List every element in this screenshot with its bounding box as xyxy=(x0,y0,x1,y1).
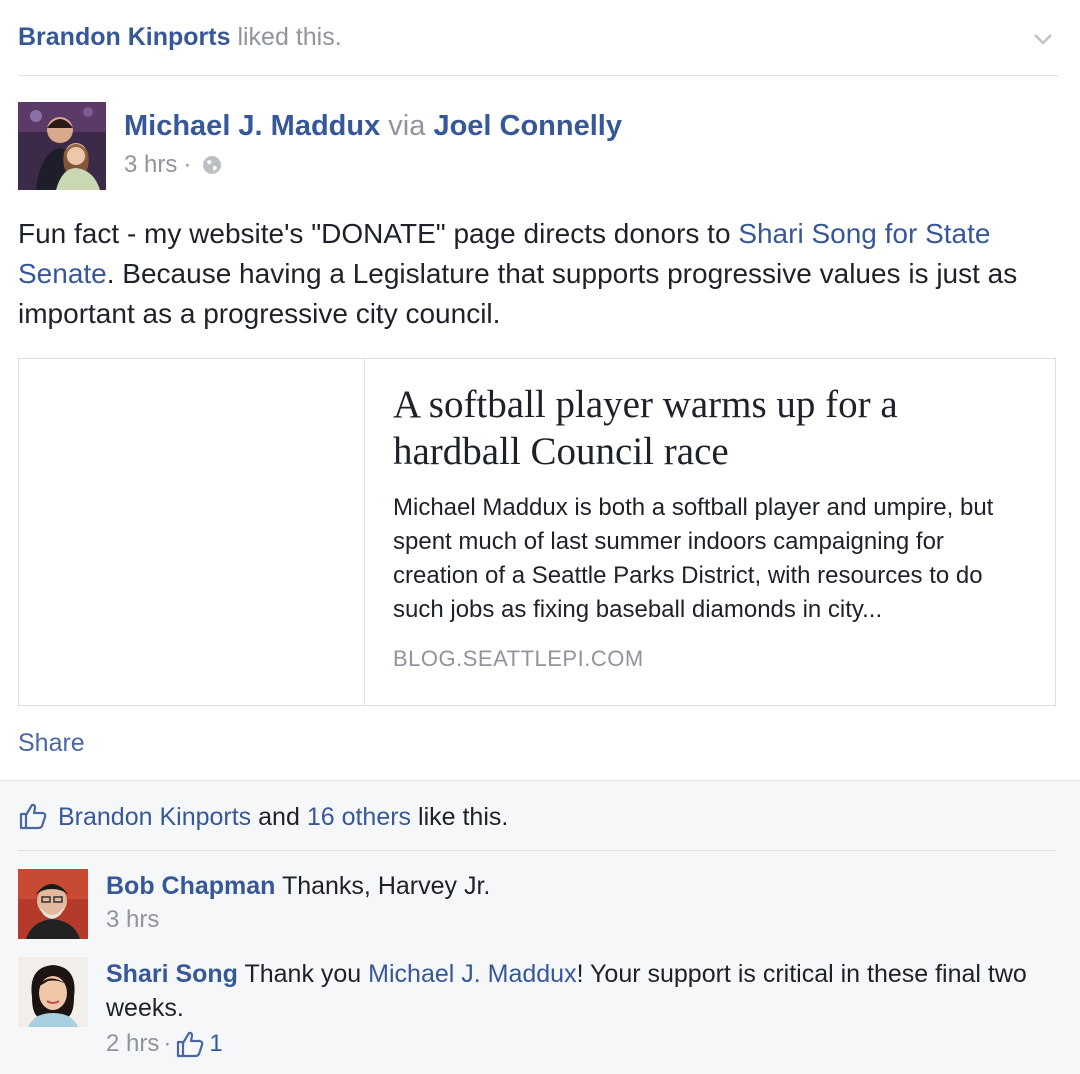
link-card-title[interactable]: A softball player warms up for a hardbal… xyxy=(393,381,1027,475)
likes-suffix: like this. xyxy=(418,803,509,831)
link-card-domain: BLOG.SEATTLEPI.COM xyxy=(393,646,644,671)
author-avatar[interactable] xyxy=(18,102,106,190)
chevron-down-icon[interactable] xyxy=(1032,28,1054,50)
share-link[interactable]: Share xyxy=(18,726,85,760)
post-author-link[interactable]: Michael J. Maddux xyxy=(124,110,380,142)
comment: Shari Song Thank you Michael J. Maddux! … xyxy=(18,957,1058,1067)
comment-avatar[interactable] xyxy=(18,957,88,1027)
comment-timestamp[interactable]: 2 hrs xyxy=(106,1027,159,1061)
feedback-section: Brandon Kinports and 16 others like this… xyxy=(0,780,1080,1074)
link-card-body: A softball player warms up for a hardbal… xyxy=(365,359,1055,705)
likes-and: and xyxy=(258,803,300,831)
comment-meta: 3 hrs xyxy=(106,903,1056,937)
comment-mention-link[interactable]: Michael J. Maddux xyxy=(368,960,576,988)
thumbs-up-icon[interactable] xyxy=(175,1030,205,1058)
via-name-link[interactable]: Joel Connelly xyxy=(433,110,622,142)
comment-text: Thanks, Harvey Jr. xyxy=(281,872,491,900)
likes-name-link[interactable]: Brandon Kinports xyxy=(58,803,251,831)
likes-summary: Brandon Kinports and 16 others like this… xyxy=(18,799,1056,851)
story-line: Brandon Kinports liked this. xyxy=(18,20,1058,54)
post-meta: 3 hrs · xyxy=(124,148,223,182)
meta-separator: · xyxy=(163,1030,172,1057)
likes-others-link[interactable]: 16 others xyxy=(307,803,411,831)
post-text-part1: Fun fact - my website's "DONATE" page di… xyxy=(18,218,739,249)
link-card-image[interactable] xyxy=(19,359,365,705)
comment-text-line: Bob Chapman Thanks, Harvey Jr. xyxy=(106,869,1056,903)
comment-text-line: Shari Song Thank you Michael J. Maddux! … xyxy=(106,957,1056,1025)
via-word: via xyxy=(388,110,426,142)
comment-text-part1: Thank you xyxy=(244,960,369,988)
post-text-part2: . Because having a Legislature that supp… xyxy=(18,258,1018,329)
thumbs-up-icon xyxy=(19,803,47,830)
comment-avatar[interactable] xyxy=(18,869,88,939)
link-card-description: Michael Maddux is both a softball player… xyxy=(393,494,994,623)
comment-author-link[interactable]: Bob Chapman xyxy=(106,872,275,900)
story-actor-link[interactable]: Brandon Kinports xyxy=(18,23,231,51)
likes-text: Brandon Kinports and 16 others like this… xyxy=(58,799,508,835)
globe-icon[interactable] xyxy=(201,154,223,176)
story-header: Brandon Kinports liked this. xyxy=(18,20,1058,76)
comment-body: Bob Chapman Thanks, Harvey Jr. 3 hrs xyxy=(106,869,1056,937)
story-action: liked this. xyxy=(237,23,342,51)
comment-timestamp[interactable]: 3 hrs xyxy=(106,903,159,937)
comment-body: Shari Song Thank you Michael J. Maddux! … xyxy=(106,957,1056,1061)
comment: Bob Chapman Thanks, Harvey Jr. 3 hrs xyxy=(18,869,1058,949)
comment-meta: 2 hrs · 1 xyxy=(106,1027,1056,1061)
post-timestamp[interactable]: 3 hrs xyxy=(124,148,177,182)
comment-like-count[interactable]: 1 xyxy=(209,1027,222,1061)
post-text: Fun fact - my website's "DONATE" page di… xyxy=(18,214,1058,334)
post-author-line: Michael J. Maddux via Joel Connelly xyxy=(124,106,622,146)
comment-author-link[interactable]: Shari Song xyxy=(106,960,238,988)
meta-separator: · xyxy=(183,151,192,178)
link-card[interactable]: A softball player warms up for a hardbal… xyxy=(18,358,1056,706)
